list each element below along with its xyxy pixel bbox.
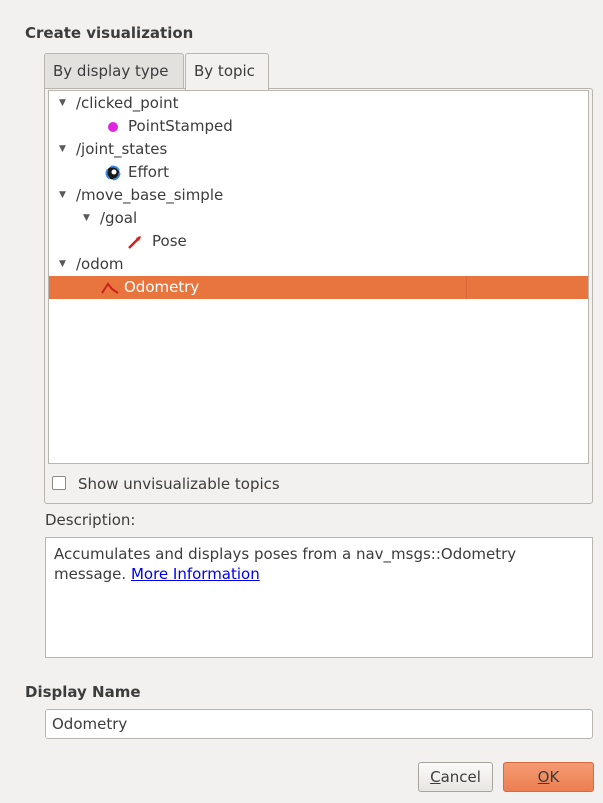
tree-row-label: PointStamped (128, 117, 233, 135)
description-text: Accumulates and displays poses from a na… (54, 545, 517, 583)
tree-row-label: Effort (128, 163, 170, 181)
pose-arrow-icon (127, 234, 143, 250)
expander-icon[interactable]: ▼ (59, 138, 66, 161)
tree-row-clicked-point[interactable]: ▼ /clicked_point (49, 92, 588, 115)
tree-row-odom[interactable]: ▼ /odom (49, 253, 588, 276)
tree-row-label: Odometry (124, 278, 200, 296)
column-divider (466, 276, 467, 299)
tree-row-move-base-simple[interactable]: ▼ /move_base_simple (49, 184, 588, 207)
tree-row-label: /goal (100, 209, 138, 227)
tree-row-label: /joint_states (76, 140, 168, 158)
description-label: Description: (45, 511, 136, 529)
cancel-button-label: Cancel (430, 768, 481, 786)
effort-icon (105, 165, 121, 181)
ok-button[interactable]: OK (503, 762, 594, 792)
tree-row-label: /clicked_point (76, 94, 179, 112)
more-information-link[interactable]: More Information (131, 565, 260, 583)
show-unvisualizable-label[interactable]: Show unvisualizable topics (78, 474, 280, 494)
tab-by-topic[interactable]: By topic (185, 53, 269, 90)
tree-row-pose[interactable]: Pose (49, 230, 588, 253)
tab-by-display-type[interactable]: By display type (44, 53, 184, 88)
tree-row-label: /odom (76, 255, 124, 273)
create-visualization-title: Create visualization (25, 24, 194, 42)
display-name-input[interactable]: Odometry (45, 709, 593, 739)
tree-row-effort[interactable]: Effort (49, 161, 588, 184)
tree-row-label: /move_base_simple (76, 186, 224, 204)
ok-button-label: OK (537, 768, 560, 786)
cancel-button[interactable]: Cancel (418, 762, 493, 792)
description-box: Accumulates and displays poses from a na… (45, 537, 593, 658)
display-name-title: Display Name (25, 683, 141, 701)
expander-icon[interactable]: ▼ (83, 207, 90, 230)
expander-icon[interactable]: ▼ (59, 253, 66, 276)
odometry-icon (101, 280, 119, 296)
tree-row-joint-states[interactable]: ▼ /joint_states (49, 138, 588, 161)
tree-row-label: Pose (152, 232, 187, 250)
magenta-dot-icon (105, 119, 121, 135)
show-unvisualizable-checkbox[interactable] (52, 476, 66, 490)
tree-row-goal[interactable]: ▼ /goal (49, 207, 588, 230)
tree-row-pointstamped[interactable]: PointStamped (49, 115, 588, 138)
expander-icon[interactable]: ▼ (59, 184, 66, 207)
topic-tree[interactable]: ▼ /clicked_point PointStamped ▼ /joint_s… (48, 90, 589, 464)
expander-icon[interactable]: ▼ (59, 92, 66, 115)
tree-row-odometry[interactable]: Odometry (49, 276, 588, 299)
